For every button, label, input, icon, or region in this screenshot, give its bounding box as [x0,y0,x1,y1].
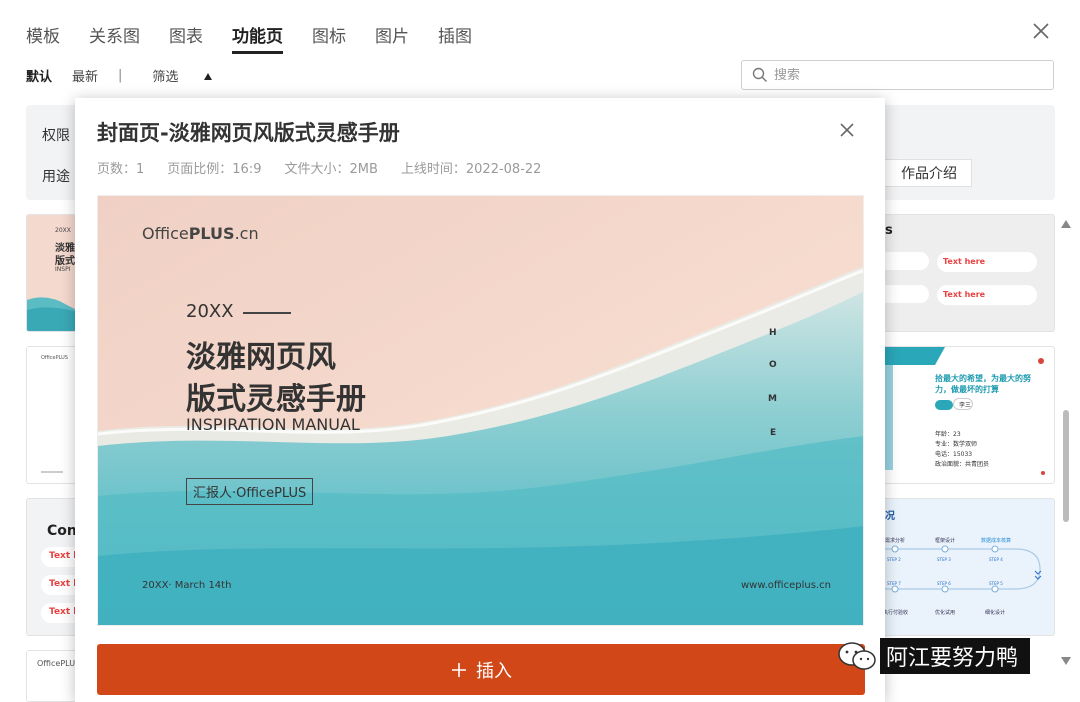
card-text: 电话：15033 [935,451,973,458]
slide-subtitle: INSPIRATION MANUAL [186,415,360,434]
logo-cn: .cn [234,224,259,243]
slide-website: www.officeplus.cn [741,580,831,591]
card-text: 数据成本核算 [981,538,1012,544]
meta-size: 文件大小：2MB [284,162,378,177]
card-text: 细化设计 [985,610,1006,616]
wechat-icon [838,642,876,670]
tab-icons[interactable]: 图标 [312,22,346,47]
slide-vertical-letter: O [769,360,777,370]
card-pill [935,400,953,410]
tab-images[interactable]: 图片 [375,22,409,47]
meta-ratio: 页面比例：16:9 [167,162,262,177]
card-text: INSPI [55,266,71,273]
sort-default[interactable]: 默认 [26,66,52,85]
card-pill [879,285,929,303]
filter-toggle[interactable]: 筛选 [152,66,213,85]
card-text: 年龄：23 [935,431,961,438]
tab-illustrations[interactable]: 插图 [438,22,472,47]
card-line [41,471,63,473]
watermark: 阿江要努力鸭 [836,636,1031,676]
tab-templates[interactable]: 模板 [26,22,60,47]
sort-latest[interactable]: 最新 [72,66,98,85]
slide-vertical-letter: M [768,394,777,404]
search-icon [752,67,767,82]
card-text: Con [47,523,77,539]
tab-charts[interactable]: 图表 [169,22,203,47]
usage-chip[interactable]: 作品介绍 [876,159,972,187]
scroll-down-icon[interactable] [1061,657,1071,665]
slide-year: 20XX [186,301,234,322]
search-input[interactable] [774,67,1024,83]
slide-vertical-letter: E [770,428,777,438]
meta-date: 上线时间：2022-08-22 [400,162,542,177]
card-pill [879,252,929,270]
card-text: s [885,223,893,238]
tab-diagrams[interactable]: 关系图 [89,22,140,47]
tab-function-pages[interactable]: 功能页 [232,22,283,54]
card-text: 专业：数学双师 [935,441,978,448]
meta-pages: 页数：1 [97,162,145,177]
card-text: 政治面貌：共青团员 [935,461,990,468]
logo-plus: PLUS [188,224,235,243]
template-card[interactable]: s Text here Text here [864,214,1055,332]
card-text: STEP 7 [887,581,901,586]
card-text: 需求分析 [885,538,906,544]
divider: | [118,68,123,83]
card-text: 20XX [55,227,71,234]
slide-title-line2: 版式灵感手册 [186,382,366,417]
template-card[interactable]: 情况 需求分析 框架设计 数据成本核算 STEP 2 STEP 3 STEP 4… [864,498,1055,636]
card-text: 版式 [55,256,75,267]
triangle-up-icon [204,73,213,80]
card-text: Text here [937,252,1037,272]
template-gallery-window: 模板 关系图 图表 功能页 图标 图片 插图 默认 最新 | 筛选 权限 用途 … [0,0,1080,702]
preview-dialog: 封面页-淡雅网页风版式灵感手册 页数：1 页面比例：16:9 文件大小：2MB … [75,98,885,702]
filter-label: 筛选 [152,70,179,85]
card-logo: OfficePLUS [37,659,81,668]
permission-label: 权限 [42,128,70,144]
watermark-text: 阿江要努力鸭 [880,638,1031,674]
card-text: STEP 2 [887,557,901,562]
search-box[interactable] [741,60,1054,90]
logo-office: Office [142,224,189,243]
scrollbar-thumb[interactable] [1063,410,1069,522]
slide-title-line1: 淡雅网页风 [186,340,336,375]
scroll-up-icon[interactable] [1061,220,1071,228]
close-icon[interactable] [837,120,857,140]
card-text: STEP 4 [989,557,1003,562]
card-text: STEP 3 [937,557,951,562]
template-meta: 页数：1 页面比例：16:9 文件大小：2MB 上线时间：2022-08-22 [97,158,541,177]
usage-label: 用途 [42,169,70,185]
insert-label: 插入 [476,660,512,682]
sort-bar: 默认 最新 | 筛选 [26,66,232,85]
card-logo: OfficePLUS [41,355,68,361]
slide-reporter: 汇报人·OfficePLUS [186,478,314,505]
plus-icon [452,662,466,677]
slide-logo: OfficePLUS.cn [142,224,259,243]
slide-preview: OfficePLUS.cn 20XX 淡雅网页风 版式灵感手册 INSPIRAT… [97,195,864,626]
card-text: STEP 5 [989,581,1003,586]
slide-divider [243,312,291,314]
card-text: 框架设计 [935,538,956,544]
slide-date: 20XX· March 14th [142,580,232,591]
dialog-title: 封面页-淡雅网页风版式灵感手册 [97,121,400,145]
card-text: Text here [937,285,1037,305]
insert-button[interactable]: 插入 [97,644,865,695]
category-tabs: 模板 关系图 图表 功能页 图标 图片 插图 [26,22,472,54]
card-text: 李三 [953,398,973,410]
card-text: 执行付验收 [883,610,909,616]
close-icon[interactable] [1030,20,1052,42]
card-text: 优化试用 [935,610,956,616]
card-text: 拾最大的希望，为最大的努力，做最坏的打算 [935,374,1031,394]
card-text: STEP 6 [937,581,951,586]
template-card[interactable]: 拾最大的希望，为最大的努力，做最坏的打算 李三 年龄：23 专业：数学双师 电话… [864,346,1055,484]
slide-vertical-letter: H [769,328,777,338]
